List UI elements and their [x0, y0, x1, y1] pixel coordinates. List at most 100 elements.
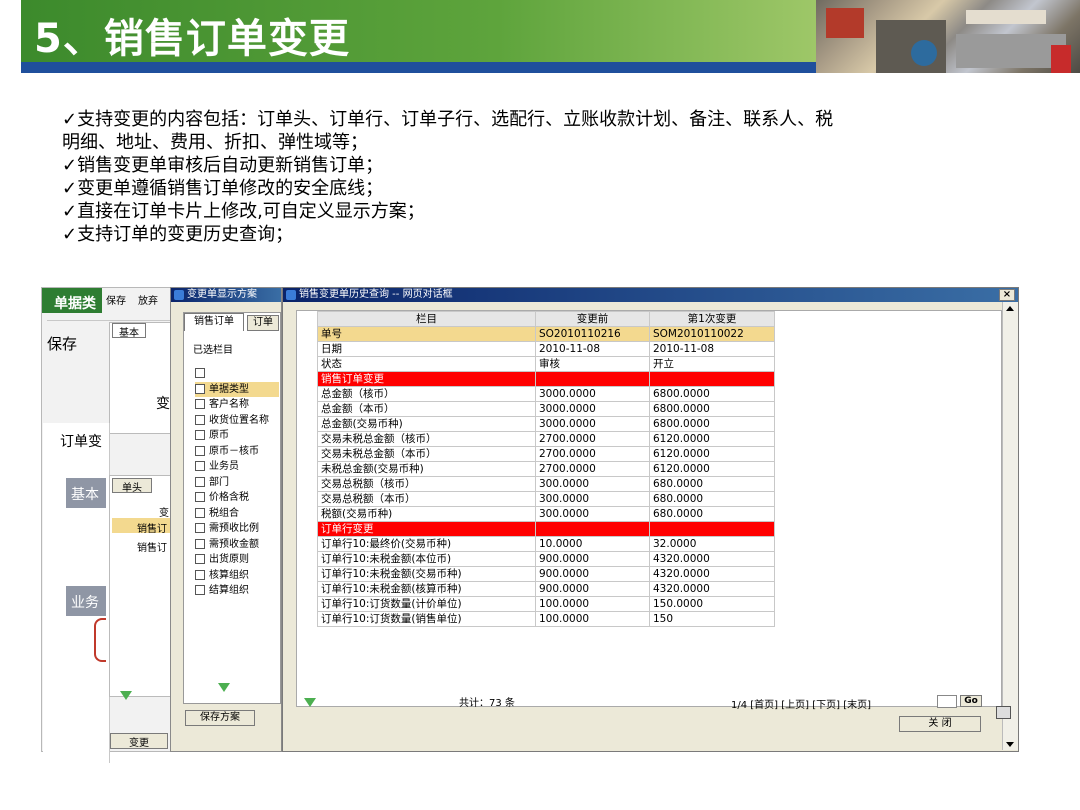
scroll-down-arrow[interactable] [1006, 742, 1014, 747]
go-button[interactable]: Go [960, 695, 982, 707]
column-option[interactable] [195, 366, 279, 382]
checkbox[interactable] [195, 569, 205, 580]
table-row: 总金额(交易币种) 3000.0000 6800.0000 [317, 416, 775, 432]
column-option[interactable]: 部门 [195, 475, 279, 491]
checkbox[interactable] [195, 507, 205, 518]
table-row: 交易总税额（核币） 300.0000 680.0000 [317, 476, 775, 492]
filter-icon[interactable] [120, 691, 132, 700]
table-cell: 900.0000 [535, 581, 650, 597]
order-change-window: 单据类 保存 放弃 保存 基本 变 订单变 基本 单头 变 销售订 销售订 业务… [41, 287, 176, 763]
checkbox[interactable] [195, 368, 205, 378]
checkbox[interactable] [195, 492, 205, 502]
table-cell: 状态 [317, 356, 536, 372]
table-cell: 交易未税总金额（本币） [317, 446, 536, 462]
page-input[interactable] [937, 695, 957, 708]
column-change: 变 [159, 508, 169, 519]
table-cell: 税额(交易币种) [317, 506, 536, 522]
table-cell: 交易总税额（核币） [317, 476, 536, 492]
checkbox[interactable] [195, 399, 205, 409]
tab-header[interactable]: 单头 [112, 478, 152, 494]
checkbox[interactable] [195, 585, 205, 595]
checkbox[interactable] [195, 383, 205, 394]
table-cell: 订单行10:订货数量(销售单位) [317, 611, 536, 627]
window-close-button[interactable]: × [999, 289, 1015, 301]
ie-icon [174, 290, 184, 300]
column-option[interactable]: 业务员 [195, 459, 279, 475]
table-cell: 32.0000 [649, 536, 775, 552]
column-option[interactable]: 原币 [195, 428, 279, 444]
column-option-label: 核算组织 [209, 569, 249, 581]
tab-order-other[interactable]: 订单 [247, 315, 279, 331]
table-row[interactable]: 销售订 [137, 539, 167, 554]
display-scheme-window: 变更单显示方案 销售订单 订单 已选栏目 单据类型 客户名称 收货位置名称 原币 原币－… [170, 287, 282, 752]
table-row: 税额(交易币种) 300.0000 680.0000 [317, 506, 775, 522]
column-option[interactable]: 核算组织 [195, 568, 279, 584]
checkbox[interactable] [195, 523, 205, 533]
column-option-label: 收货位置名称 [209, 414, 269, 426]
checkbox[interactable] [195, 476, 205, 487]
table-cell: 100.0000 [535, 611, 650, 627]
table-cell: 2010-11-08 [535, 341, 650, 357]
table-cell: 900.0000 [535, 566, 650, 582]
column-option[interactable]: 收货位置名称 [195, 413, 279, 429]
table-cell: 6120.0000 [649, 461, 775, 477]
checkbox[interactable] [195, 445, 205, 456]
table-row: 日期 2010-11-08 2010-11-08 [317, 341, 775, 357]
table-cell: 300.0000 [535, 506, 650, 522]
column-option[interactable]: 出货原则 [195, 552, 279, 568]
table-row: 交易未税总金额（核币） 2700.0000 6120.0000 [317, 431, 775, 447]
column-option[interactable]: 单据类型 [195, 381, 279, 397]
checkbox[interactable] [195, 538, 205, 549]
column-option-label: 部门 [209, 476, 229, 488]
column-option[interactable]: 需预收金额 [195, 537, 279, 553]
table-cell [535, 521, 650, 537]
table-cell: 交易未税总金额（核币） [317, 431, 536, 447]
table-cell: 单号 [317, 326, 536, 342]
filter-icon[interactable] [304, 698, 316, 707]
change-button[interactable]: 变更 [110, 733, 168, 749]
column-option[interactable]: 客户名称 [195, 397, 279, 413]
table-cell: 销售订单变更 [317, 371, 536, 387]
column-option-label: 原币－核币 [209, 445, 259, 457]
table-cell [649, 521, 775, 537]
calculator-icon[interactable] [996, 706, 1011, 719]
column-header: 变更前 [535, 311, 650, 327]
vertical-scrollbar[interactable] [1002, 302, 1018, 750]
column-option[interactable]: 原币－核币 [195, 444, 279, 460]
section-basic: 基本 [71, 487, 99, 503]
toolbar-save[interactable]: 保存 [106, 292, 126, 307]
checkbox[interactable] [195, 430, 205, 440]
table-row[interactable]: 销售订 [137, 520, 167, 535]
tab-basic[interactable]: 基本 [112, 323, 146, 339]
table-cell: 订单行10:订货数量(计价单位) [317, 596, 536, 612]
toolbar-discard[interactable]: 放弃 [138, 292, 158, 307]
section-row: 销售订单变更 [317, 371, 775, 387]
table-cell: 3000.0000 [535, 401, 650, 417]
table-cell: 300.0000 [535, 491, 650, 507]
checkbox[interactable] [195, 414, 205, 425]
checkbox[interactable] [195, 554, 205, 564]
column-option-label: 客户名称 [209, 399, 249, 410]
feature-bullet: ✓变更单遵循销售订单修改的安全底线； [62, 178, 384, 199]
tab-sales-order[interactable]: 销售订单 [184, 313, 244, 331]
checkbox[interactable] [195, 461, 205, 471]
column-option-label: 税组合 [209, 507, 239, 519]
column-option-label: 价格含税 [209, 492, 249, 503]
column-option[interactable]: 价格含税 [195, 490, 279, 506]
dialog-title: 销售变更单历史查询 -- 网页对话框 [299, 289, 453, 300]
window-title: 变更单显示方案 [187, 289, 257, 300]
column-option[interactable]: 需预收比例 [195, 521, 279, 537]
filter-icon[interactable] [218, 683, 230, 692]
table-cell: 300.0000 [535, 476, 650, 492]
column-option[interactable]: 税组合 [195, 506, 279, 522]
column-option[interactable]: 结算组织 [195, 583, 279, 599]
table-cell: 10.0000 [535, 536, 650, 552]
table-cell: 总金额(交易币种) [317, 416, 536, 432]
table-cell: 6800.0000 [649, 386, 775, 402]
pager[interactable]: 1/4 [首页] [上页] [下页] [末页] [731, 696, 871, 711]
save-scheme-button[interactable]: 保存方案 [185, 710, 255, 726]
scroll-up-arrow[interactable] [1006, 306, 1014, 311]
close-button[interactable]: 关 闭 [899, 716, 981, 732]
save-button[interactable]: 保存 [47, 333, 77, 354]
table-row: 订单行10:未税金额(本位币) 900.0000 4320.0000 [317, 551, 775, 567]
